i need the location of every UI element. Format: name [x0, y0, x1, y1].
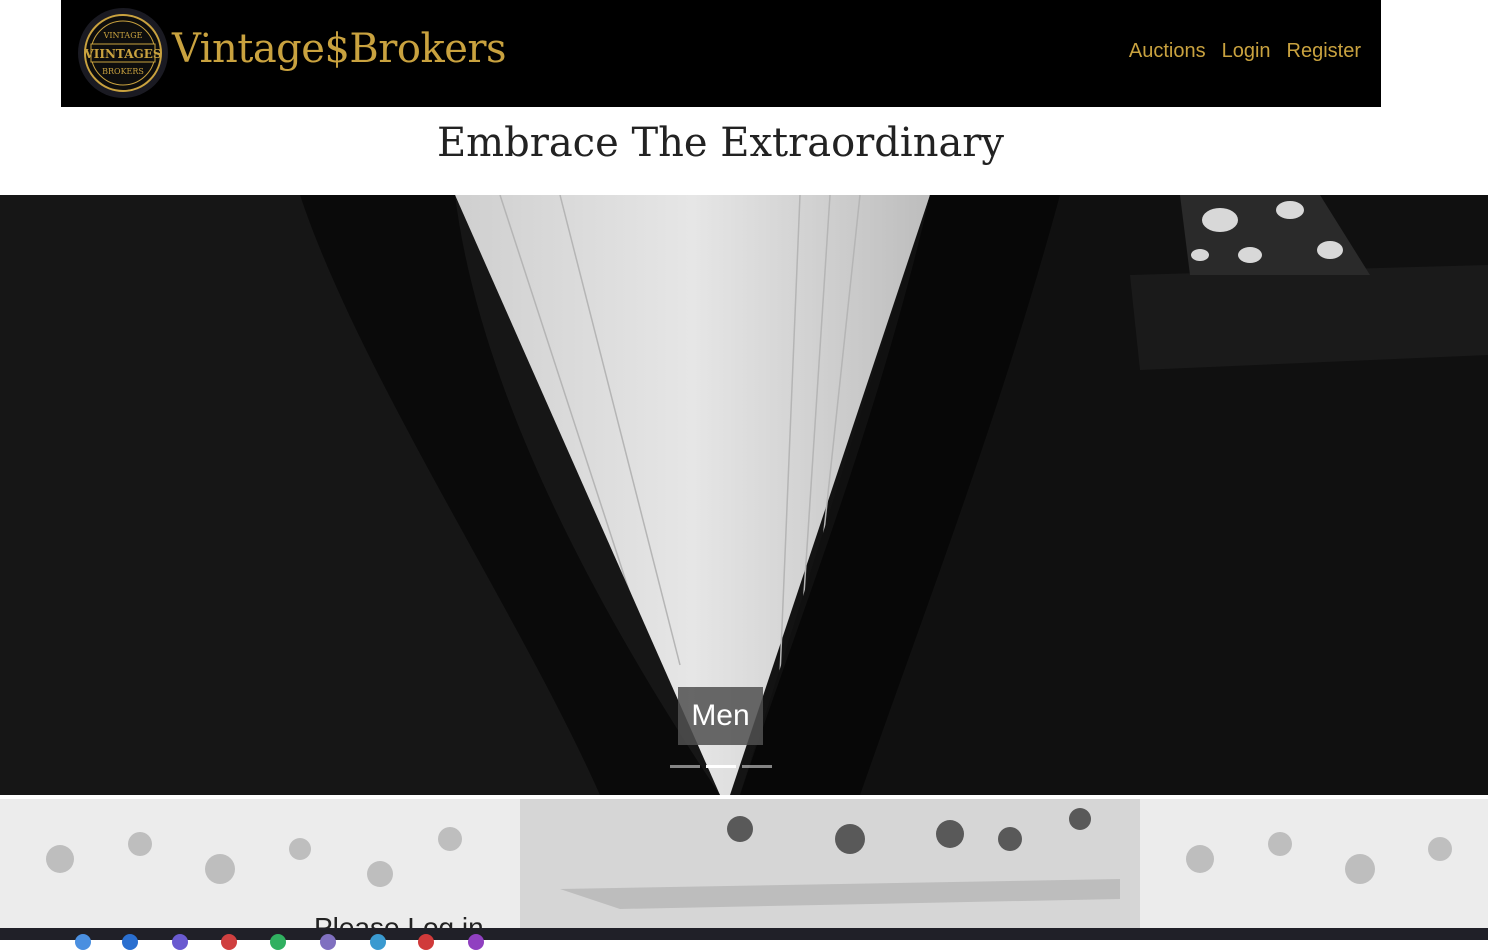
logo[interactable]: VINTAGE VIINTAGES BROKERS	[78, 8, 168, 98]
taskbar-app-icon[interactable]	[221, 934, 237, 950]
nav-link-register[interactable]: Register	[1287, 40, 1361, 63]
carousel-indicator-3[interactable]	[742, 765, 772, 768]
nav-link-auctions[interactable]: Auctions	[1129, 40, 1206, 63]
navbar: VINTAGE VIINTAGES BROKERS Vintage$Broker…	[61, 0, 1381, 107]
auction-background-image	[0, 799, 1488, 940]
taskbar-app-icon[interactable]	[370, 934, 386, 950]
svg-text:VIINTAGES: VIINTAGES	[83, 47, 161, 61]
carousel-indicators	[670, 765, 772, 768]
carousel-caption: Men	[678, 687, 763, 745]
taskbar-app-icon[interactable]	[172, 934, 188, 950]
taskbar-app-icon[interactable]	[75, 934, 91, 950]
svg-text:BROKERS: BROKERS	[102, 67, 144, 76]
svg-text:VINTAGE: VINTAGE	[103, 31, 143, 40]
nav-links: Auctions Login Register	[1129, 40, 1361, 63]
brand-name[interactable]: Vintage$Brokers	[172, 26, 507, 72]
auction-section: Please Log in	[0, 799, 1488, 940]
tagline: Embrace The Extraordinary	[436, 120, 1005, 166]
nav-link-login[interactable]: Login	[1222, 40, 1271, 63]
taskbar-app-icon[interactable]	[418, 934, 434, 950]
carousel-indicator-1[interactable]	[670, 765, 700, 768]
taskbar-app-icon[interactable]	[122, 934, 138, 950]
taskbar-app-icon[interactable]	[320, 934, 336, 950]
taskbar-app-icon[interactable]	[468, 934, 484, 950]
hero-carousel[interactable]: Men	[0, 195, 1488, 795]
taskbar-app-icon[interactable]	[270, 934, 286, 950]
carousel-indicator-2[interactable]	[706, 765, 736, 768]
taskbar	[0, 928, 1488, 950]
